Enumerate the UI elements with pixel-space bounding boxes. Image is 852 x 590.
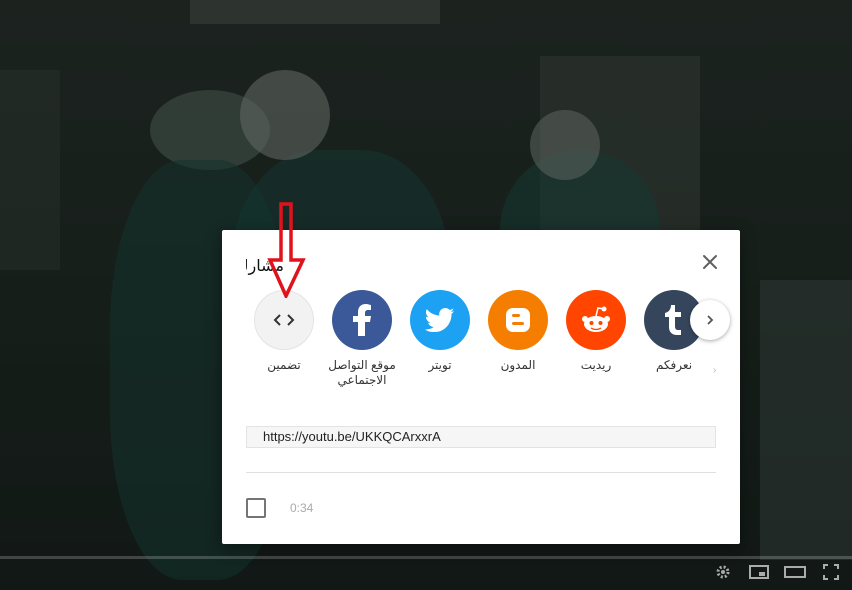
- share-url-field[interactable]: https://youtu.be/UKKQCArxxrA: [246, 426, 716, 448]
- theater-mode-icon[interactable]: [784, 563, 806, 581]
- share-dialog: مشارك تضمين موقع التواصل الاجتماعي تويتر: [222, 230, 740, 544]
- settings-icon[interactable]: [712, 563, 734, 581]
- start-at-checkbox[interactable]: [246, 498, 266, 518]
- share-item-label: موقع التواصل الاجتماعي: [328, 358, 396, 387]
- twitter-icon[interactable]: [410, 290, 470, 350]
- share-item-label: نعرفكم: [655, 358, 693, 372]
- embed-icon[interactable]: [254, 290, 314, 350]
- reddit-icon[interactable]: [566, 290, 626, 350]
- close-icon: [703, 255, 717, 269]
- facebook-icon[interactable]: [332, 290, 392, 350]
- blogger-icon[interactable]: [488, 290, 548, 350]
- share-item-label: تويتر: [428, 358, 452, 372]
- start-at-time: 0:34: [290, 501, 314, 515]
- share-item-label: ريديت: [580, 358, 612, 372]
- player-controls: [712, 560, 842, 584]
- close-button[interactable]: [698, 250, 722, 274]
- miniplayer-icon[interactable]: [748, 563, 770, 581]
- progress-bar[interactable]: [0, 556, 852, 559]
- divider: [246, 472, 716, 473]
- dialog-title-wrapper: مشارك: [246, 252, 284, 280]
- share-item-blogger[interactable]: المدون: [483, 290, 553, 400]
- share-item-label: تضمين: [267, 358, 301, 372]
- fullscreen-icon[interactable]: [820, 563, 842, 581]
- share-targets-row: تضمين موقع التواصل الاجتماعي تويتر المدو…: [250, 290, 720, 400]
- share-item-facebook[interactable]: موقع التواصل الاجتماعي: [327, 290, 397, 400]
- chevron-right-icon: [707, 315, 714, 325]
- dialog-title: مشارك: [246, 258, 284, 275]
- scroll-indicator-icon: ‹: [713, 365, 717, 376]
- share-item-label: المدون: [500, 358, 536, 372]
- next-share-button[interactable]: [690, 300, 730, 340]
- share-item-twitter[interactable]: تويتر: [405, 290, 475, 400]
- share-item-embed[interactable]: تضمين: [250, 290, 319, 400]
- share-item-reddit[interactable]: ريديت: [561, 290, 631, 400]
